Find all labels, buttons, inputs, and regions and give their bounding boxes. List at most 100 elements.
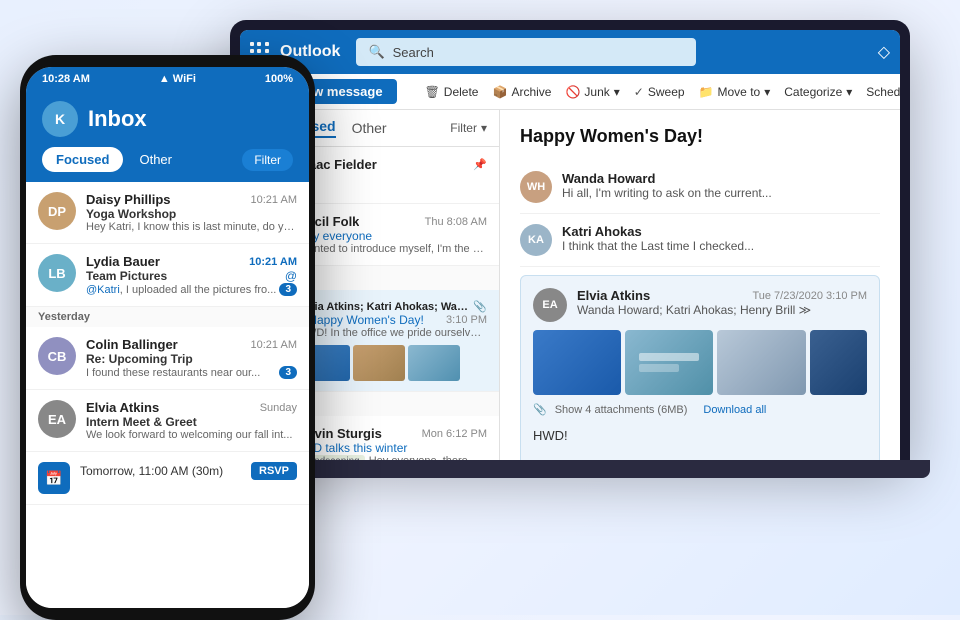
email-time: Mon 6:12 PM [422, 428, 487, 440]
email-time: 3:10 PM [446, 314, 487, 326]
email-subject: Team Pictures [86, 269, 167, 283]
email-content: Elvia Atkins Sunday Intern Meet & Greet … [86, 400, 297, 441]
reading-date: Tue 7/23/2020 3:10 PM [752, 290, 867, 302]
move-chevron: ▾ [764, 85, 770, 99]
attachment-images [533, 330, 867, 395]
phone-battery: 100% [265, 73, 293, 85]
delete-button[interactable]: 🗑 Delete [425, 85, 479, 99]
phone-time: 10:28 AM [42, 73, 90, 85]
reading-item-wanda[interactable]: WH Wanda Howard Hi all, I'm writing to a… [520, 161, 880, 214]
phone-topbar: K Inbox [26, 91, 309, 147]
email-content: Colin Ballinger 10:21 AM Re: Upcoming Tr… [86, 337, 297, 379]
reading-preview: I think that the Last time I checked... [562, 239, 754, 253]
reading-body: HWD! [533, 426, 867, 446]
attachment-thumb-3 [717, 330, 805, 395]
reading-name: Elvia Atkins [577, 288, 650, 303]
attachments-label: Show 4 attachments (6MB) [555, 404, 688, 416]
attachment-info: 📎 Show 4 attachments (6MB) Download all [533, 403, 867, 416]
attachment-thumb-2 [625, 330, 713, 395]
avatar: KA [520, 224, 552, 256]
reading-item-elvia-active[interactable]: EA Elvia Atkins Tue 7/23/2020 3:10 PM Wa… [520, 275, 880, 460]
rsvp-button[interactable]: RSVP [251, 462, 297, 480]
download-all-link[interactable]: Download all [703, 404, 766, 416]
move-to-button[interactable]: 📁 Move to ▾ [699, 85, 771, 99]
laptop-screen: Outlook 🔍 Search ◇ ☰ New message 🗑 Delet… [240, 30, 900, 460]
phone-focused-tab[interactable]: Focused [42, 147, 123, 172]
clip-icon: 📎 [533, 403, 547, 416]
email-content: Tomorrow, 11:00 AM (30m) RSVP [80, 462, 297, 480]
laptop-frame: Outlook 🔍 Search ◇ ☰ New message 🗑 Delet… [230, 20, 910, 460]
outlook-toolbar: ☰ New message 🗑 Delete 📦 Archive 🚫 Junk … [240, 74, 900, 110]
filter-chevron: ▾ [481, 121, 487, 135]
reading-item-katri[interactable]: KA Katri Ahokas I think that the Last ti… [520, 214, 880, 267]
avatar: EA [533, 288, 567, 322]
email-subject: Yoga Workshop [86, 207, 297, 221]
phone-email-item-daisy[interactable]: DP Daisy Phillips 10:21 AM Yoga Workshop… [26, 182, 309, 244]
attachment-thumb-1 [533, 330, 621, 395]
email-preview: Wanted to introduce myself, I'm the new … [298, 243, 487, 255]
email-content: Kevin Sturgis Mon 6:12 PM TED talks this… [298, 426, 487, 460]
calendar-label: Tomorrow, 11:00 AM (30m) [80, 464, 223, 478]
email-time: Thu 8:08 AM [425, 216, 487, 228]
phone-status-bar: 10:28 AM ▲ WiFi 100% [26, 67, 309, 91]
email-preview: Hey Katri, I know this is last minute, d… [86, 221, 297, 233]
other-tab[interactable]: Other [352, 120, 387, 136]
phone-email-item-lydia[interactable]: LB Lydia Bauer 10:21 AM Team Pictures @ … [26, 244, 309, 307]
attachment-thumb-4 [810, 330, 867, 395]
archive-icon: 📦 [492, 85, 507, 99]
avatar: EA [38, 400, 76, 438]
email-content: Isaac Fielder 📌 [298, 157, 487, 172]
phone-tabs: Focused Other Filter [26, 147, 309, 182]
search-bar[interactable]: 🔍 Search [356, 38, 696, 66]
reading-body2: In the office we pride ourselves on cele… [533, 456, 867, 461]
email-preview: LandscapingHey everyone, there are some [298, 455, 487, 460]
user-avatar[interactable]: K [42, 101, 78, 137]
avatar: LB [38, 254, 76, 292]
avatar: WH [520, 171, 552, 203]
categorize-button[interactable]: Categorize ▾ [784, 85, 852, 99]
junk-button[interactable]: 🚫 Junk ▾ [565, 85, 619, 99]
reading-to: Wanda Howard; Katri Ahokas; Henry Brill … [577, 303, 867, 317]
email-sender: Daisy Phillips [86, 192, 171, 207]
phone-screen: 10:28 AM ▲ WiFi 100% K Inbox Focused Oth… [26, 67, 309, 608]
email-preview: HWD! In the office we pride ourselves on [298, 327, 487, 339]
search-icon: 🔍 [368, 44, 384, 60]
reading-name: Katri Ahokas [562, 224, 754, 239]
move-icon: 📁 [699, 85, 714, 99]
search-placeholder: Search [393, 45, 434, 60]
email-subject: Re: Upcoming Trip [86, 352, 297, 366]
filter-button[interactable]: Filter ▾ [450, 121, 487, 135]
phone-inbox-title: Inbox [88, 106, 293, 132]
email-sender: Elvia Atkins; Katri Ahokas; Wanda Howard [298, 301, 473, 313]
phone-filter-button[interactable]: Filter [242, 149, 293, 171]
email-preview: @Katri, I uploaded all the pictures fro.… [86, 284, 276, 296]
sweep-button[interactable]: ✓ Sweep [634, 85, 685, 99]
phone-other-tab[interactable]: Other [131, 147, 180, 172]
email-preview: We look forward to welcoming our fall in… [86, 429, 297, 441]
email-reading-panel: Happy Women's Day! WH Wanda Howard Hi al… [500, 110, 900, 460]
phone-email-item-colin[interactable]: CB Colin Ballinger 10:21 AM Re: Upcoming… [26, 327, 309, 390]
email-time: 10:21 AM [249, 256, 297, 268]
reading-name: Wanda Howard [562, 171, 772, 186]
laptop-device: Outlook 🔍 Search ◇ ☰ New message 🗑 Delet… [230, 20, 930, 500]
phone-calendar-item[interactable]: 📅 Tomorrow, 11:00 AM (30m) RSVP [26, 452, 309, 505]
email-sender: Elvia Atkins [86, 400, 159, 415]
laptop-base [230, 460, 930, 478]
sweep-icon: ✓ [634, 85, 644, 99]
schedule-button[interactable]: Schedule ▾ [866, 85, 900, 99]
premium-icon: ◇ [878, 42, 890, 62]
email-time: Sunday [260, 402, 297, 414]
email-preview: I found these restaurants near our... [86, 367, 260, 379]
archive-button[interactable]: 📦 Archive [492, 85, 551, 99]
phone-email-list: DP Daisy Phillips 10:21 AM Yoga Workshop… [26, 182, 309, 608]
delete-icon: 🗑 [425, 85, 440, 99]
email-sender: Lydia Bauer [86, 254, 160, 269]
categorize-chevron: ▾ [846, 85, 852, 99]
email-content: Lydia Bauer 10:21 AM Team Pictures @ @Ka… [86, 254, 297, 296]
outlook-main: Focused Other Filter ▾ IF Isaac Fielder [240, 110, 900, 460]
email-subject: > Happy Women's Day! [298, 313, 424, 327]
pin-icon: 📌 [473, 158, 487, 171]
email-subject: Intern Meet & Greet [86, 415, 297, 429]
phone-signal: ▲ WiFi [159, 73, 196, 85]
phone-email-item-elvia[interactable]: EA Elvia Atkins Sunday Intern Meet & Gre… [26, 390, 309, 452]
